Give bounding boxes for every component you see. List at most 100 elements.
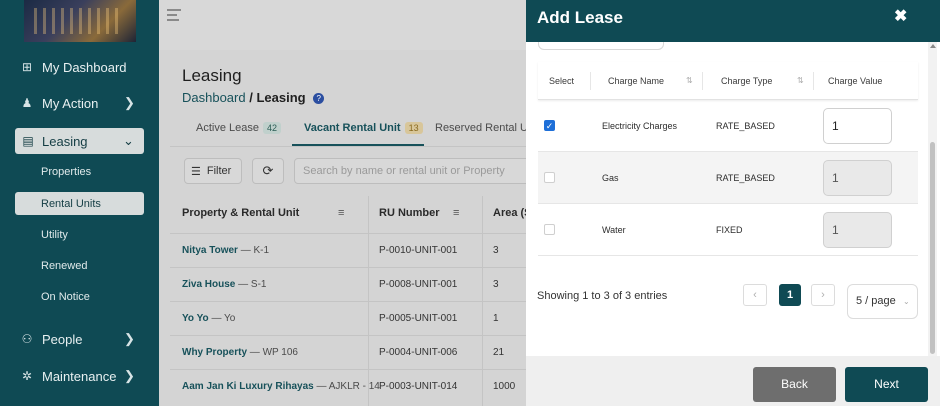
tab-divider — [170, 146, 530, 147]
header-charge-name[interactable]: Charge Name — [608, 62, 664, 100]
sidebar-subitem-rental-units[interactable]: Rental Units — [15, 192, 144, 215]
sidebar-item-people[interactable]: ⚇ People ❯ — [0, 326, 159, 352]
header-label: Property & Rental Unit — [182, 207, 300, 219]
charge-row[interactable]: Water FIXED 1 — [538, 204, 918, 256]
sidebar-subitem-label: Properties — [41, 165, 92, 178]
area-cell: 3 — [493, 245, 499, 256]
sidebar-item-my-action[interactable]: ♟ My Action ❯ — [0, 90, 159, 116]
sidebar-item-label: My Action — [42, 95, 99, 111]
column-header-ru-number: RU Number ≡ — [379, 196, 459, 230]
breadcrumb: Dashboard / Leasing ? — [182, 90, 325, 105]
column-divider — [702, 72, 703, 90]
next-page-button[interactable]: › — [811, 284, 835, 306]
table-row[interactable]: Why Property — WP 106 P-0004-UNIT-006 21 — [170, 335, 526, 369]
table-row[interactable]: Aam Jan Ki Luxury Rihayas — AJKLR - 14 P… — [170, 369, 526, 403]
sort-icon[interactable]: ⇅ — [686, 62, 693, 100]
unit-name: — K-1 — [240, 245, 270, 256]
charge-type: RATE_BASED — [716, 121, 775, 131]
property-name[interactable]: Yo Yo — [182, 313, 209, 324]
sidebar-subitem-label: Rental Units — [41, 197, 101, 210]
help-icon[interactable]: ? — [313, 93, 325, 105]
chevron-right-icon: ❯ — [124, 368, 135, 383]
unit-name: — S-1 — [238, 279, 267, 290]
charge-row[interactable]: Gas RATE_BASED 1 — [538, 152, 918, 204]
sidebar-subitem-label: Utility — [41, 228, 68, 241]
sidebar-subitem-on-notice[interactable]: On Notice — [15, 285, 144, 308]
back-button[interactable]: Back — [753, 367, 836, 402]
charge-name: Gas — [602, 173, 619, 183]
sidebar-subitem-label: On Notice — [41, 290, 90, 303]
property-name[interactable]: Why Property — [182, 347, 247, 358]
filter-label: Filter — [206, 165, 232, 177]
column-divider — [590, 72, 591, 90]
sidebar-item-dashboard[interactable]: ⊞ My Dashboard — [0, 54, 159, 80]
area-cell: 1000 — [493, 381, 516, 392]
refresh-button[interactable]: ⟳ — [252, 158, 284, 184]
table-row[interactable]: Ziva House — S-1 P-0008-UNIT-001 3 — [170, 267, 526, 301]
header-select: Select — [549, 76, 575, 86]
charge-value-input[interactable]: 1 — [823, 108, 892, 144]
page-size-value: 5 / page — [856, 295, 896, 307]
tab-badge: 13 — [404, 122, 423, 134]
chevron-down-icon: ⌄ — [903, 297, 910, 306]
property-cell: Why Property — WP 106 — [182, 336, 298, 370]
tab-vacant-rental-unit[interactable]: Vacant Rental Unit 13 — [304, 122, 423, 134]
sidebar-item-label: People — [42, 331, 83, 347]
charge-row[interactable]: ✓ Electricity Charges RATE_BASED 1 — [538, 100, 918, 152]
charge-value-input: 1 — [823, 160, 892, 196]
filter-icon[interactable]: ≡ — [453, 196, 459, 230]
drawer-title: Add Lease — [537, 8, 623, 27]
header-charge-value: Charge Value — [828, 76, 883, 86]
checkbox[interactable] — [544, 224, 555, 235]
checkbox[interactable] — [544, 172, 555, 183]
sort-icon[interactable]: ⇅ — [797, 62, 804, 100]
tab-reserved-rental-unit[interactable]: Reserved Rental Unit — [435, 122, 526, 134]
field-box[interactable] — [538, 42, 664, 50]
page-size-select[interactable]: 5 / page ⌄ — [847, 284, 918, 319]
chevron-right-icon: ❯ — [124, 95, 135, 110]
header-label: RU Number — [379, 207, 440, 219]
table-row[interactable]: Yo Yo — Yo P-0005-UNIT-001 1 — [170, 301, 526, 335]
sidebar-subitem-utility[interactable]: Utility — [15, 223, 144, 246]
property-cell: Nitya Tower — K-1 — [182, 234, 269, 268]
filter-button[interactable]: ☰ Filter — [184, 158, 242, 184]
breadcrumb-root[interactable]: Dashboard — [182, 90, 246, 105]
menu-icon[interactable] — [167, 9, 181, 21]
tab-badge: 42 — [262, 122, 281, 134]
sidebar-item-label: Leasing — [42, 133, 88, 149]
add-lease-drawer: Add Lease ✖ Select Charge Name ⇅ Charge … — [526, 0, 940, 406]
chevron-left-icon: ‹ — [753, 289, 757, 301]
search-input[interactable]: Search by name or rental unit or Propert… — [294, 158, 530, 184]
unit-name: — AJKLR - 14 — [316, 381, 380, 392]
property-cell: Ziva House — S-1 — [182, 268, 266, 302]
charge-value-input: 1 — [823, 212, 892, 248]
column-header-area: Area (S — [493, 207, 526, 219]
scroll-up-icon[interactable] — [930, 44, 936, 48]
scrollbar[interactable] — [928, 42, 937, 356]
charge-type: FIXED — [716, 225, 743, 235]
ru-number-cell: P-0005-UNIT-001 — [379, 313, 458, 324]
tab-active-lease[interactable]: Active Lease 42 — [196, 122, 281, 134]
sidebar-subitem-renewed[interactable]: Renewed — [15, 254, 144, 277]
wrench-icon: ✲ — [21, 369, 33, 383]
header-charge-type[interactable]: Charge Type — [721, 62, 772, 100]
people-icon: ⚇ — [21, 332, 33, 346]
charge-name: Water — [602, 225, 626, 235]
drawer-header: Add Lease ✖ — [526, 0, 940, 42]
property-name[interactable]: Ziva House — [182, 279, 235, 290]
property-name[interactable]: Aam Jan Ki Luxury Rihayas — [182, 381, 314, 392]
sidebar-subitem-properties[interactable]: Properties — [15, 160, 144, 183]
prev-page-button[interactable]: ‹ — [743, 284, 767, 306]
sidebar-item-leasing[interactable]: ▤ Leasing ⌄ — [15, 128, 144, 154]
filter-icon[interactable]: ≡ — [338, 196, 344, 230]
refresh-icon: ⟳ — [262, 163, 274, 178]
tab-label: Reserved Rental Unit — [435, 122, 526, 134]
sidebar-item-maintenance[interactable]: ✲ Maintenance ❯ — [0, 363, 159, 389]
page-number-button[interactable]: 1 — [779, 284, 801, 306]
table-row[interactable]: Nitya Tower — K-1 P-0010-UNIT-001 3 — [170, 233, 526, 267]
property-name[interactable]: Nitya Tower — [182, 245, 238, 256]
next-button[interactable]: Next — [845, 367, 928, 402]
scrollbar-thumb[interactable] — [930, 142, 935, 354]
checkbox-checked[interactable]: ✓ — [544, 120, 555, 131]
close-icon[interactable]: ✖ — [894, 6, 907, 26]
